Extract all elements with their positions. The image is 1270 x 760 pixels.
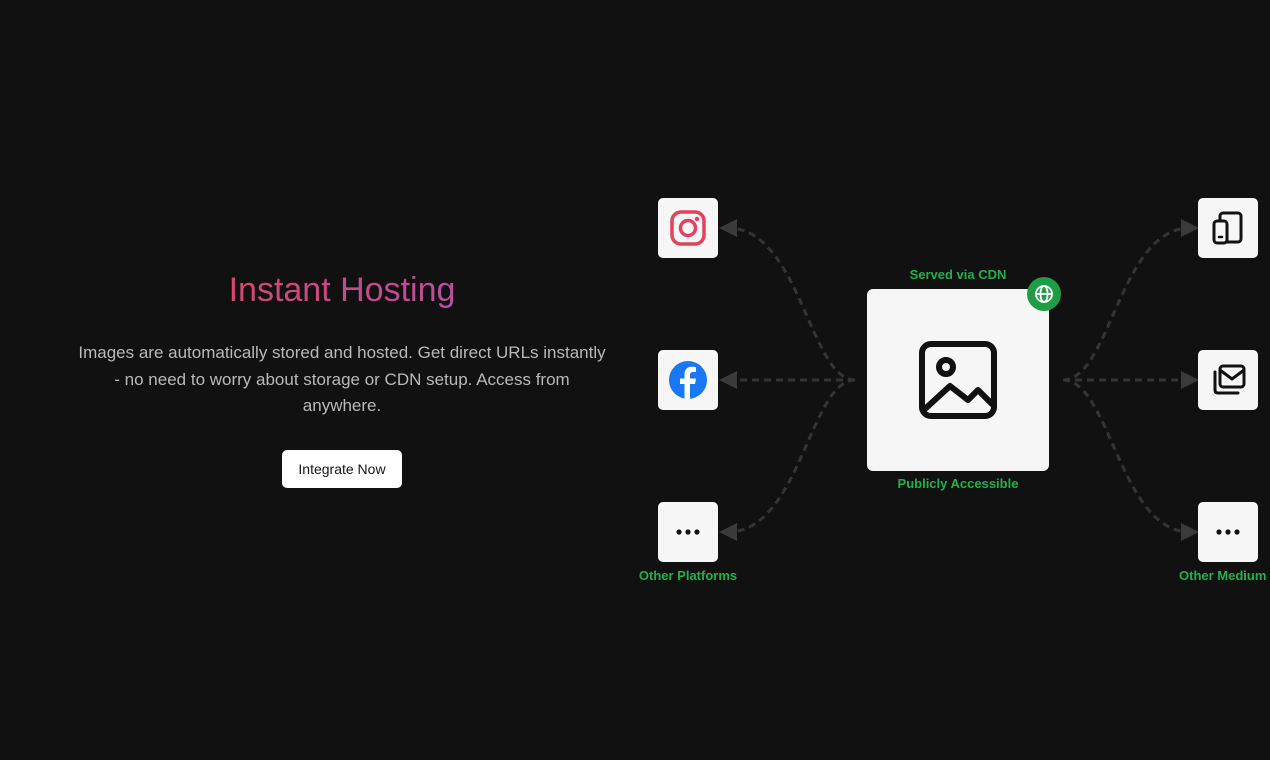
image-icon <box>919 341 997 419</box>
other-medium-label: Other Medium <box>1179 568 1267 583</box>
more-icon <box>676 529 700 535</box>
devices-tile[interactable] <box>1198 198 1258 258</box>
hosted-image-card <box>867 289 1049 471</box>
hosting-diagram: Other Platforms Served via CDN Publicly … <box>0 0 1270 760</box>
more-icon <box>1216 529 1240 535</box>
mail-tile[interactable] <box>1198 350 1258 410</box>
other-platforms-label: Other Platforms <box>638 568 738 583</box>
instagram-tile[interactable] <box>658 198 718 258</box>
other-platforms-tile[interactable] <box>658 502 718 562</box>
facebook-icon <box>669 361 707 399</box>
globe-icon <box>1035 285 1053 303</box>
cdn-badge <box>1027 277 1061 311</box>
other-medium-tile[interactable] <box>1198 502 1258 562</box>
instagram-icon <box>670 210 706 246</box>
mail-stack-icon <box>1213 364 1246 395</box>
publicly-accessible-label: Publicly Accessible <box>897 476 1019 491</box>
connector-lines <box>719 219 1199 541</box>
page: Instant Hosting Images are automatically… <box>0 0 1270 760</box>
devices-icon <box>1212 211 1243 245</box>
served-via-cdn-label: Served via CDN <box>909 267 1007 282</box>
facebook-tile[interactable] <box>658 350 718 410</box>
